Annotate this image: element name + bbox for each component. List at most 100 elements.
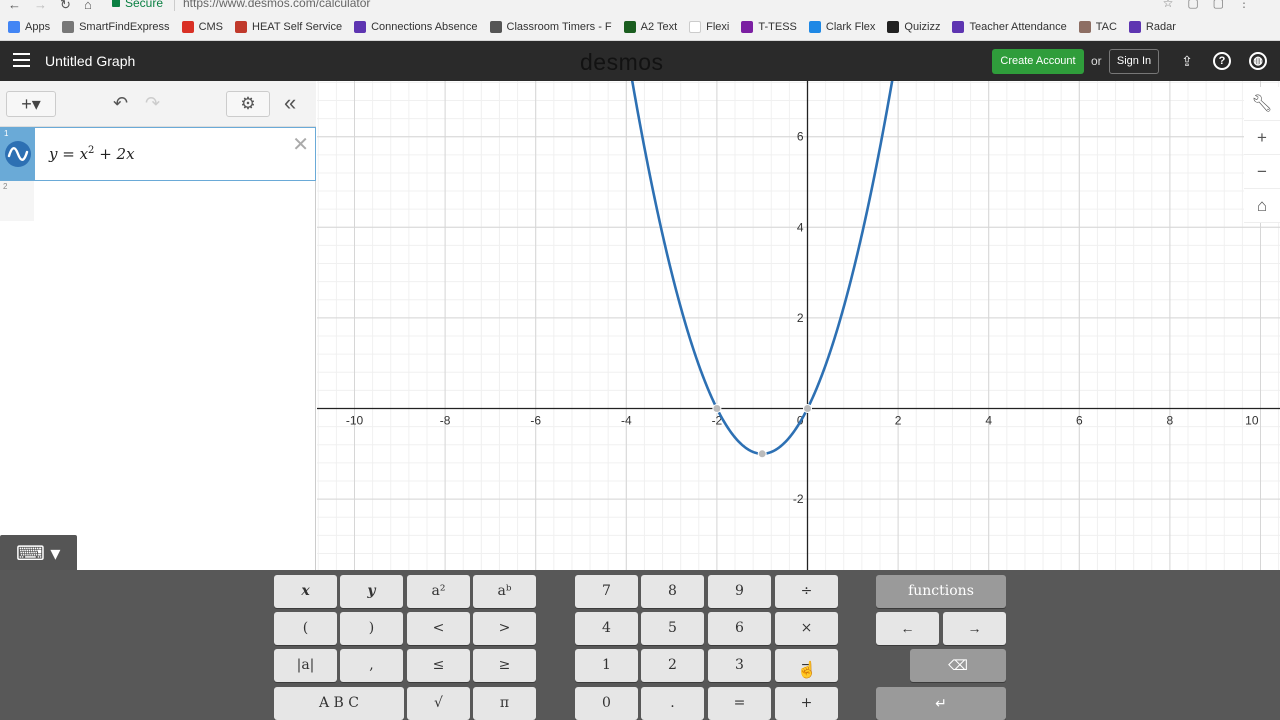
bookmark-label: Apps	[25, 21, 51, 33]
key-2-1[interactable]: ,	[340, 649, 403, 682]
num-key-3-2[interactable]: =	[708, 687, 771, 720]
bookmark-icon	[8, 21, 20, 33]
bookmark-label: T-TESS	[758, 21, 797, 33]
num-key-1-0[interactable]: 4	[575, 612, 638, 645]
bookmark-icon	[489, 21, 502, 33]
forward-icon[interactable]: →	[34, 0, 47, 12]
expression-index: 1	[4, 129, 9, 138]
reload-icon[interactable]: ↻	[60, 0, 71, 13]
bookmark-item[interactable]: TAC	[1078, 21, 1117, 33]
back-icon[interactable]: ←	[8, 0, 21, 12]
backspace-key[interactable]: ⌫	[910, 649, 1006, 682]
functions-button[interactable]: functions	[876, 575, 1006, 608]
bookmark-item[interactable]: T-TESS	[741, 21, 797, 33]
add-item-button[interactable]: +▾	[6, 91, 56, 117]
key-3-2[interactable]: π	[473, 687, 536, 720]
key-2-2[interactable]: ≤	[407, 649, 470, 682]
undo-icon[interactable]: ↶	[113, 93, 128, 114]
bookmark-item[interactable]: SmartFindExpress	[62, 21, 170, 33]
delete-expression-icon[interactable]: ✕	[292, 132, 309, 157]
home-view-icon[interactable]: ⌂	[1244, 189, 1280, 223]
sign-in-button[interactable]: Sign In	[1109, 49, 1159, 74]
expression-row-1[interactable]: 1 y = x2 + 2x ✕	[0, 127, 316, 181]
num-key-0-1[interactable]: 8	[641, 575, 704, 608]
bookmark-item[interactable]: Classroom Timers - F	[489, 21, 612, 33]
num-key-3-3[interactable]: +	[775, 687, 838, 720]
bookmark-label: Teacher Attendance	[969, 21, 1067, 33]
expression-row-2[interactable]: 2	[0, 181, 316, 221]
left-arrow-key[interactable]: ←	[876, 612, 939, 645]
bookmark-label: A2 Text	[640, 21, 678, 33]
num-key-0-0[interactable]: 7	[575, 575, 638, 608]
help-icon[interactable]: ?	[1213, 52, 1231, 70]
num-key-3-0[interactable]: 0	[575, 687, 638, 720]
enter-key[interactable]: ↵	[876, 687, 1006, 720]
bookmark-item[interactable]: Apps	[8, 21, 50, 33]
bookmark-item[interactable]: Quizizz	[887, 21, 940, 33]
bookmark-icon	[741, 21, 754, 33]
home-icon[interactable]: ⌂	[84, 0, 92, 12]
key-2-0[interactable]: |a|	[274, 649, 337, 682]
menu-icon[interactable]	[13, 53, 30, 67]
graph-paper[interactable]: -10 -8 -6 -4 -2 0 2 4 6 8 10 6 4 2 -2 🔧︎ + − ⌂	[263, 0, 1280, 718]
collapse-panel-icon[interactable]: «	[284, 90, 296, 116]
key-0-2[interactable]: a²	[407, 575, 470, 608]
expression-index: 2	[3, 182, 8, 191]
bookmark-item[interactable]: Clark Flex	[808, 21, 875, 33]
num-key-1-1[interactable]: 5	[641, 612, 704, 645]
expression-input[interactable]: y = x2 + 2x	[49, 145, 135, 163]
num-key-1-3[interactable]: ×	[775, 612, 838, 645]
bookmark-label: HEAT Self Service	[252, 21, 343, 33]
share-icon[interactable]: ⇪	[1178, 52, 1196, 70]
expression-tab[interactable]: 2	[0, 181, 34, 221]
bookmark-item[interactable]: Radar	[1128, 21, 1176, 33]
bookmark-item[interactable]: Connections Absence	[354, 21, 478, 33]
wave-icon[interactable]	[5, 141, 31, 167]
bookmark-item[interactable]: Flexi	[689, 21, 729, 33]
key-3-1[interactable]: √	[407, 687, 470, 720]
num-key-0-2[interactable]: 9	[708, 575, 771, 608]
num-key-1-2[interactable]: 6	[708, 612, 771, 645]
num-key-2-1[interactable]: 2	[641, 649, 704, 682]
axis-tick-label: -4	[621, 414, 632, 428]
address-input[interactable]: https://www.desmos.com/calculator	[183, 0, 370, 10]
key-0-3[interactable]: aᵇ	[473, 575, 536, 608]
axis-tick-label: 10	[1245, 414, 1259, 428]
create-account-button[interactable]: Create Account	[992, 49, 1084, 74]
expression-lhs: y = x	[49, 145, 89, 163]
bookmark-item[interactable]: A2 Text	[623, 21, 678, 33]
num-key-2-2[interactable]: 3	[708, 649, 771, 682]
axis-tick-label: 8	[1167, 414, 1174, 428]
axis-tick-label: -2	[793, 492, 804, 506]
bookmark-icon	[354, 21, 367, 33]
zoom-out-icon[interactable]: −	[1244, 155, 1280, 189]
key-1-3[interactable]: >	[473, 612, 536, 645]
key-1-0[interactable]: (	[274, 612, 337, 645]
zoom-in-icon[interactable]: +	[1244, 121, 1280, 155]
num-key-0-3[interactable]: ÷	[775, 575, 838, 608]
redo-icon[interactable]: ↷	[145, 93, 160, 114]
key-2-3[interactable]: ≥	[473, 649, 536, 682]
key-0-1[interactable]: y	[340, 575, 403, 608]
key-0-0[interactable]: x	[274, 575, 337, 608]
key-1-2[interactable]: <	[407, 612, 470, 645]
wrench-icon[interactable]: 🔧︎	[1244, 87, 1280, 121]
num-key-2-0[interactable]: 1	[575, 649, 638, 682]
keypad-toggle[interactable]: ⌨ ▾	[0, 535, 77, 570]
bookmark-item[interactable]: Teacher Attendance	[952, 21, 1067, 33]
browser-toolbar-icons[interactable]: ☆▢▢⋮	[1163, 0, 1264, 10]
num-key-3-1[interactable]: .	[641, 687, 704, 720]
graph-title[interactable]: Untitled Graph	[45, 53, 135, 69]
expression-tab[interactable]: 1	[1, 128, 35, 180]
language-globe-icon[interactable]: ◍	[1249, 52, 1267, 70]
graph-canvas[interactable]: -10 -8 -6 -4 -2 0 2 4 6 8 10642-2	[263, 0, 1280, 718]
bookmark-label: TAC	[1095, 21, 1117, 33]
axis-tick-label: -6	[530, 414, 541, 428]
bookmark-item[interactable]: CMS	[181, 21, 223, 33]
key-3-0[interactable]: A B C	[274, 687, 404, 720]
bookmark-item[interactable]: HEAT Self Service	[235, 21, 342, 33]
right-arrow-key[interactable]: →	[943, 612, 1006, 645]
key-1-1[interactable]: )	[340, 612, 403, 645]
gear-icon[interactable]: ⚙	[226, 91, 270, 117]
bookmark-icon	[1128, 21, 1141, 33]
